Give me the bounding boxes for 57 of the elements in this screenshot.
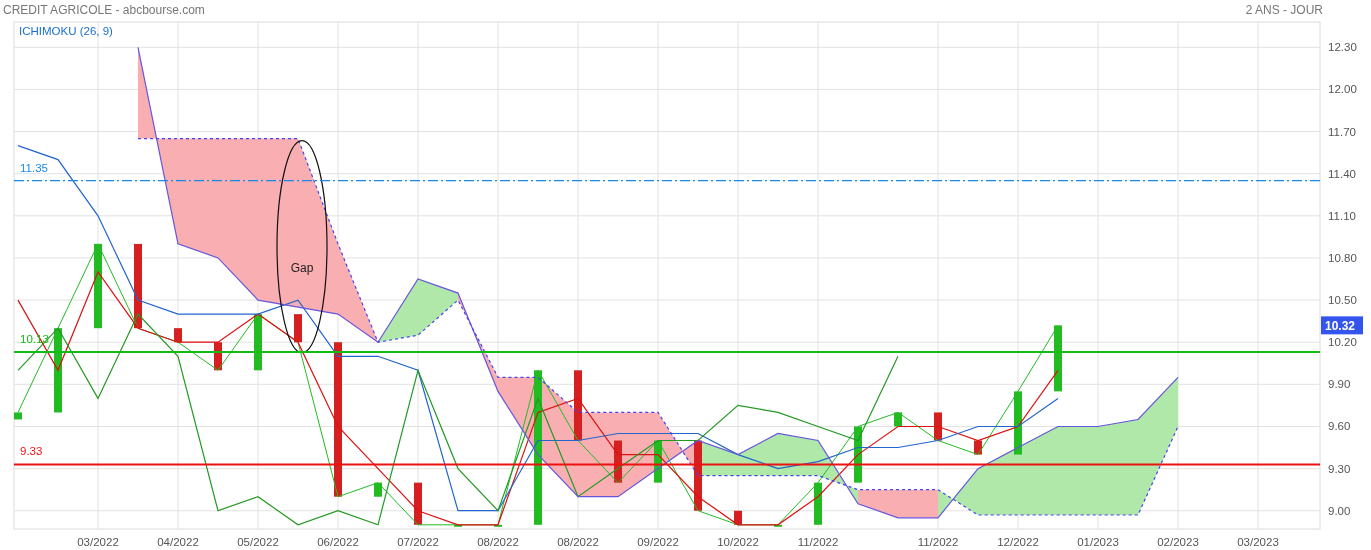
candlestick	[414, 482, 422, 525]
candlestick	[14, 412, 22, 420]
gap-label: Gap	[290, 260, 314, 275]
period-label: 2 ANS - JOUR	[1245, 3, 1323, 17]
candlestick	[814, 482, 822, 525]
x-axis-label: 10/2022	[717, 536, 759, 548]
candlestick	[454, 524, 462, 527]
candlestick	[174, 328, 182, 343]
candlestick	[734, 510, 742, 525]
x-axis-label: 05/2022	[237, 536, 279, 548]
y-axis-label: 12.30	[1328, 41, 1357, 54]
x-axis-label: 03/2022	[77, 536, 119, 548]
x-axis-label: 09/2022	[637, 536, 679, 548]
x-axis-label: 07/2022	[397, 536, 439, 548]
y-axis-label: 11.70	[1328, 125, 1356, 138]
cloud-segment	[738, 433, 778, 476]
x-axis-label: 04/2022	[157, 536, 199, 548]
x-axis-label: 02/2023	[1157, 536, 1199, 548]
candlestick	[374, 482, 382, 497]
x-axis-label: 06/2022	[317, 536, 359, 548]
y-axis-label: 9.00	[1328, 504, 1351, 517]
x-axis-label: 03/2023	[1237, 536, 1279, 548]
candlestick	[574, 370, 582, 441]
y-axis-label: 10.80	[1328, 251, 1357, 264]
candlestick	[494, 524, 502, 527]
y-axis-label: 10.50	[1328, 294, 1357, 307]
x-axis-label: 08/2022	[477, 536, 519, 548]
price-tag: 10.32	[1321, 316, 1363, 335]
candlestick	[974, 440, 982, 455]
x-axis-label: 11/2022	[917, 536, 959, 548]
x-axis-label: 01/2023	[1077, 536, 1119, 548]
x-axis-label: 08/2022	[557, 536, 599, 548]
candlestick	[214, 342, 222, 371]
candlestick	[1054, 325, 1062, 392]
indicator-legend: ICHIMOKU (26, 9)	[19, 25, 113, 37]
candlestick	[254, 314, 262, 371]
y-axis-label: 9.90	[1328, 378, 1351, 391]
candlestick	[934, 412, 942, 441]
y-axis-label: 9.60	[1328, 420, 1351, 433]
level-label: 11.35	[20, 161, 48, 174]
candlestick	[774, 524, 782, 527]
chart-title: CREDIT AGRICOLE - abcbourse.com	[3, 3, 205, 17]
level-label: 9.33	[20, 445, 43, 458]
y-axis-label: 11.40	[1328, 167, 1356, 180]
candlestick	[854, 426, 862, 483]
y-axis-label: 10.20	[1328, 336, 1357, 349]
candlestick	[654, 440, 662, 483]
y-axis-label: 12.00	[1328, 83, 1357, 96]
candlestick	[614, 440, 622, 483]
candlestick	[694, 440, 702, 511]
y-axis-label: 11.10	[1328, 209, 1356, 222]
candlestick	[1014, 391, 1022, 455]
x-axis-label: 11/2022	[797, 536, 839, 548]
candlestick	[294, 314, 302, 343]
y-axis-label: 9.30	[1328, 462, 1351, 475]
x-axis-label: 12/2022	[997, 536, 1039, 548]
candlestick	[894, 412, 902, 427]
